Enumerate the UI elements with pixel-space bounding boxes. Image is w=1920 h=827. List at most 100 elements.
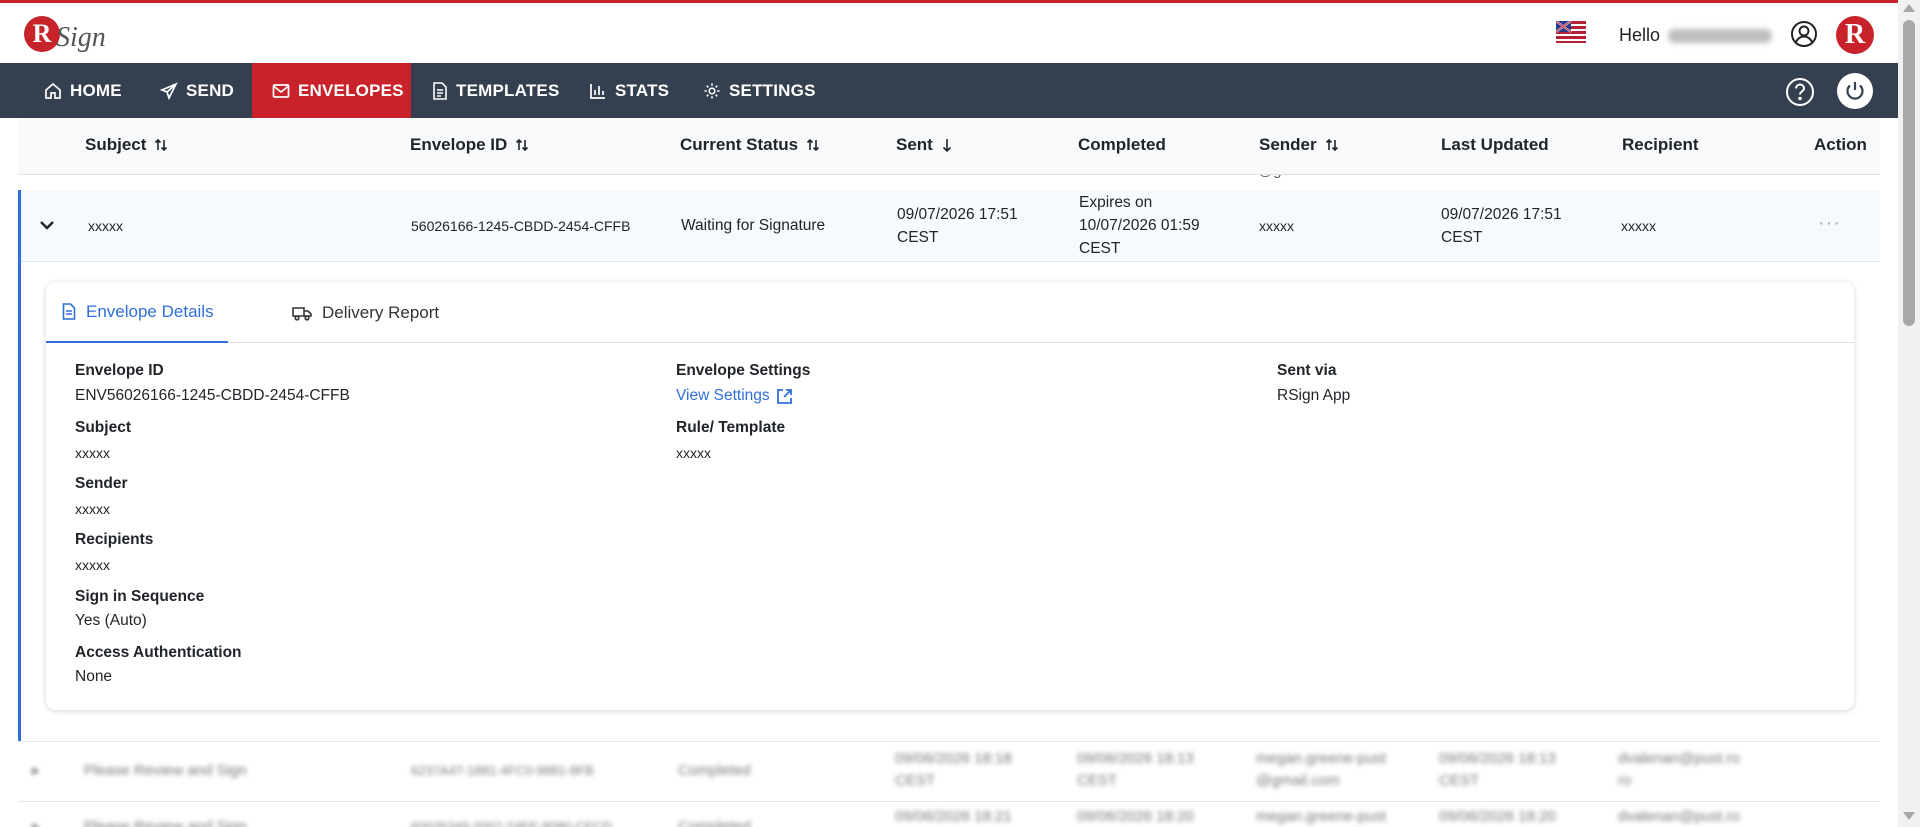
row-sent: 09/06/2026 18:21	[895, 808, 1012, 825]
col-last-updated: Last Updated	[1441, 135, 1549, 155]
nav-home[interactable]: HOME	[44, 63, 122, 118]
rsign-logo[interactable]: R Sign	[24, 11, 106, 57]
nav-stats[interactable]: STATS	[589, 63, 669, 118]
row-updated-date: 09/06/2026 18:13	[1439, 750, 1556, 767]
row-expand-icon[interactable]: ▸	[32, 760, 40, 782]
row-sent-date: 09/07/2026 17:51	[897, 206, 1018, 223]
user-name-blurred	[1668, 29, 1773, 44]
row-expires-tz: CEST	[1079, 240, 1121, 257]
tab-delivery-report[interactable]: Delivery Report	[292, 282, 439, 343]
language-flag-icon[interactable]	[1555, 20, 1586, 47]
sign-in-sequence-label: Sign in Sequence	[75, 588, 205, 605]
nav-settings-label: SETTINGS	[729, 80, 816, 100]
col-action-label: Action	[1814, 135, 1867, 154]
app-header: R Sign Hello R	[0, 3, 1898, 63]
nav-settings[interactable]: SETTINGS	[703, 63, 816, 118]
col-status-label: Current Status	[680, 135, 799, 154]
nav-stats-label: STATS	[615, 80, 670, 100]
logout-button[interactable]	[1837, 73, 1873, 109]
document-icon	[62, 303, 76, 320]
row-sender-domain: @gmail.com	[1256, 772, 1340, 789]
col-recipient-label: Recipient	[1622, 135, 1699, 154]
rule-template-label: Rule/ Template	[676, 419, 786, 436]
page-scrollbar[interactable]	[1898, 0, 1920, 827]
row-recipient-email: dvalenan@pust.ro	[1618, 750, 1740, 767]
expanded-row-indicator	[18, 190, 21, 741]
tab-envelope-details[interactable]: Envelope Details	[46, 282, 228, 343]
row-sent: 09/07/2026 17:51 CEST	[897, 203, 1018, 249]
recipients-label: Recipients	[75, 531, 154, 548]
row-envelope-id: 6237A47-1881-4FC0-9881-8FB	[411, 763, 594, 778]
recipients-value: xxxxx	[75, 557, 110, 573]
details-tabs: Envelope Details Delivery Report	[46, 282, 1854, 343]
tab-delivery-report-label: Delivery Report	[322, 302, 440, 322]
nav-home-label: HOME	[70, 80, 122, 100]
help-icon[interactable]	[1785, 77, 1815, 107]
sort-icon	[155, 138, 168, 152]
row-last-updated: 09/06/2026 18:20	[1439, 808, 1556, 825]
row-expires-label: Expires on	[1079, 194, 1153, 211]
row-subject: xxxxx	[88, 218, 123, 234]
nav-send-label: SEND	[186, 80, 235, 100]
tab-envelope-details-label: Envelope Details	[86, 301, 214, 321]
bar-chart-icon	[590, 83, 605, 99]
col-subject[interactable]: Subject	[85, 135, 168, 155]
sent-via-label: Sent via	[1277, 362, 1337, 379]
home-icon	[45, 82, 61, 99]
row-expires-date: 10/07/2026 01:59	[1079, 217, 1200, 234]
sender-value: xxxxx	[75, 501, 110, 517]
scroll-up-arrow-icon[interactable]	[1903, 4, 1915, 12]
col-envelope-id[interactable]: Envelope ID	[410, 135, 529, 155]
col-status[interactable]: Current Status	[680, 135, 820, 155]
document-icon	[433, 81, 447, 100]
scroll-down-arrow-icon[interactable]	[1903, 812, 1915, 820]
row-action-menu-icon[interactable]: ···	[1818, 212, 1841, 235]
table-row[interactable]: ▸ Please Review and Sign 60026349-2007-2…	[18, 801, 1880, 827]
row-sender: xxxxx	[1259, 218, 1294, 234]
col-sender[interactable]: Sender	[1259, 135, 1339, 155]
avatar[interactable]: R	[1836, 16, 1874, 54]
sign-in-sequence-value: Yes (Auto)	[75, 612, 147, 629]
row-subject: Please Review and Sign	[84, 818, 247, 827]
sort-icon	[1325, 138, 1338, 152]
main-nav: HOME SEND ENVELOPES TEMPLATES STATS SETT…	[0, 63, 1898, 118]
row-completed: 09/06/2026 18:13 CEST	[1077, 748, 1194, 792]
envelope-icon	[272, 83, 290, 98]
row-completed-date: 09/06/2026 18:13	[1077, 750, 1194, 767]
row-completed: 09/06/2026 18:20	[1077, 808, 1194, 825]
nav-envelopes[interactable]: ENVELOPES	[252, 63, 411, 118]
row-sent-date: 09/06/2026 18:18	[895, 750, 1012, 767]
sort-icon	[807, 138, 820, 152]
row-last-updated: 09/06/2026 18:13 CEST	[1439, 748, 1556, 792]
col-envelope-id-label: Envelope ID	[410, 135, 508, 154]
table-row[interactable]: ▸ Please Review and Sign 6237A47-1881-4F…	[18, 741, 1880, 801]
col-sent[interactable]: Sent	[896, 135, 953, 155]
table-row-expanded[interactable]: xxxxx 56026166-1245-CBDD-2454-CFFB Waiti…	[18, 190, 1880, 262]
row-updated-tz: CEST	[1439, 772, 1480, 789]
subject-label: Subject	[75, 419, 131, 436]
envelope-settings-label: Envelope Settings	[676, 362, 811, 379]
access-auth-value: None	[75, 668, 113, 685]
nav-send[interactable]: SEND	[160, 63, 234, 118]
row-sent-tz: CEST	[897, 229, 939, 246]
row-expand-icon[interactable]: ▸	[32, 816, 40, 827]
nav-templates[interactable]: TEMPLATES	[432, 63, 560, 118]
truck-icon	[292, 306, 312, 321]
logo-text: Sign	[56, 22, 106, 53]
greeting-text: Hello	[1619, 25, 1661, 45]
envelope-id-label: Envelope ID	[75, 362, 164, 379]
scrollbar-thumb[interactable]	[1903, 20, 1915, 326]
row-status: Completed	[678, 818, 751, 827]
col-last-updated-label: Last Updated	[1441, 135, 1549, 154]
user-profile-icon[interactable]	[1790, 20, 1818, 48]
row-recipient: xxxxx	[1621, 218, 1656, 234]
view-settings-text: View Settings	[676, 387, 770, 404]
row-recipient-domain: ro	[1618, 772, 1632, 789]
sender-label: Sender	[75, 475, 128, 492]
view-settings-link[interactable]: View Settings	[676, 387, 793, 405]
subject-value: xxxxx	[75, 445, 110, 461]
sort-icon	[516, 138, 529, 152]
row-sender-name: megan.greene-pust	[1256, 750, 1387, 767]
row-completed-tz: CEST	[1077, 772, 1118, 789]
chevron-down-icon[interactable]	[36, 214, 58, 236]
